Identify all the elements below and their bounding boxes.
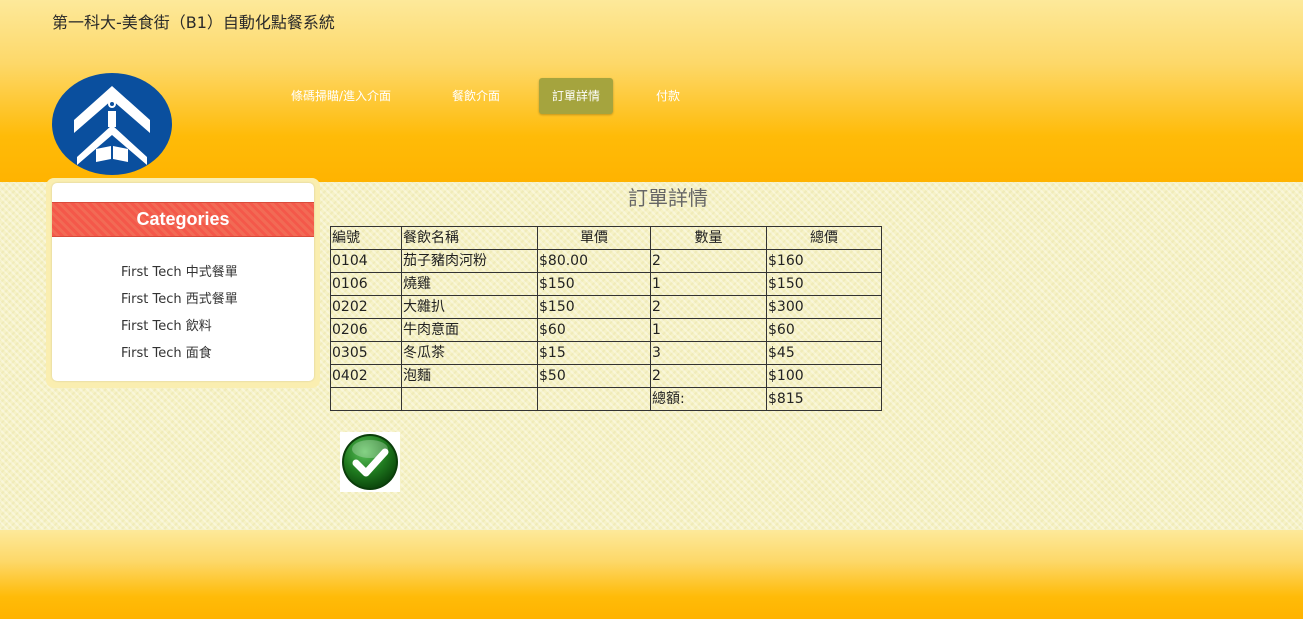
column-header-name: 餐飲名稱 — [401, 226, 538, 250]
cell-id: 0202 — [330, 295, 402, 319]
categories-panel: Categories First Tech 中式餐單 First Tech 西式… — [52, 183, 314, 381]
cell-total: $100 — [766, 364, 882, 388]
cell-id: 0305 — [330, 341, 402, 365]
table-total-row: 總額: $815 — [330, 387, 882, 411]
total-value: $815 — [766, 387, 882, 411]
cell-unit-price: $50 — [537, 364, 651, 388]
cell-id: 0206 — [330, 318, 402, 342]
table-header-row: 編號 餐飲名稱 單價 數量 總價 — [330, 226, 882, 250]
cell-quantity: 1 — [650, 318, 767, 342]
cell-quantity: 2 — [650, 295, 767, 319]
nav-item-payment[interactable]: 付款 — [643, 78, 693, 114]
cell-total: $150 — [766, 272, 882, 296]
cell-id: 0104 — [330, 249, 402, 273]
table-row: 0206 牛肉意面 $60 1 $60 — [330, 318, 882, 342]
cell-total: $160 — [766, 249, 882, 273]
cell-id: 0402 — [330, 364, 402, 388]
check-icon — [342, 434, 398, 490]
cell-unit-price: $15 — [537, 341, 651, 365]
cell-name: 牛肉意面 — [401, 318, 538, 342]
page-title: 訂單詳情 — [628, 186, 708, 210]
category-list: First Tech 中式餐單 First Tech 西式餐單 First Te… — [121, 259, 238, 367]
cell-total: $300 — [766, 295, 882, 319]
nav-item-scan[interactable]: 條碼掃瞄/進入介面 — [278, 78, 404, 114]
cell-name: 泡麵 — [401, 364, 538, 388]
column-header-unit-price: 單價 — [537, 226, 651, 250]
site-title: 第一科大-美食街（B1）自動化點餐系統 — [52, 13, 335, 32]
cell-unit-price: $150 — [537, 295, 651, 319]
category-chinese[interactable]: First Tech 中式餐單 — [121, 259, 238, 286]
order-table: 編號 餐飲名稱 單價 數量 總價 0104 茄子豬肉河粉 $80.00 2 $1… — [330, 226, 882, 411]
table-row: 0305 冬瓜茶 $15 3 $45 — [330, 341, 882, 365]
sidebar-frame: Categories First Tech 中式餐單 First Tech 西式… — [46, 178, 320, 388]
cell-unit-price: $80.00 — [537, 249, 651, 273]
table-row: 0402 泡麵 $50 2 $100 — [330, 364, 882, 388]
cell-unit-price: $150 — [537, 272, 651, 296]
cell-id: 0106 — [330, 272, 402, 296]
header-banner: 第一科大-美食街（B1）自動化點餐系統 條碼掃瞄/進入介面 餐飲介面 訂單詳情 … — [0, 0, 1303, 182]
column-header-id: 編號 — [330, 226, 402, 250]
cell-empty — [330, 387, 402, 411]
cell-name: 冬瓜茶 — [401, 341, 538, 365]
cell-quantity: 3 — [650, 341, 767, 365]
cell-quantity: 2 — [650, 249, 767, 273]
cell-total: $60 — [766, 318, 882, 342]
cell-quantity: 1 — [650, 272, 767, 296]
category-noodles[interactable]: First Tech 面食 — [121, 340, 238, 367]
confirm-button[interactable] — [340, 432, 400, 492]
category-western[interactable]: First Tech 西式餐單 — [121, 286, 238, 313]
category-drinks[interactable]: First Tech 飲料 — [121, 313, 238, 340]
table-row: 0106 燒雞 $150 1 $150 — [330, 272, 882, 296]
nav-item-order-details[interactable]: 訂單詳情 — [539, 78, 614, 114]
table-row: 0202 大雜扒 $150 2 $300 — [330, 295, 882, 319]
school-logo[interactable] — [52, 73, 172, 175]
total-label: 總額: — [650, 387, 767, 411]
cell-empty — [401, 387, 538, 411]
categories-header: Categories — [52, 202, 314, 237]
cell-name: 大雜扒 — [401, 295, 538, 319]
cell-unit-price: $60 — [537, 318, 651, 342]
cell-name: 茄子豬肉河粉 — [401, 249, 538, 273]
table-row: 0104 茄子豬肉河粉 $80.00 2 $160 — [330, 249, 882, 273]
nav-item-menu[interactable]: 餐飲介面 — [439, 78, 513, 114]
cell-total: $45 — [766, 341, 882, 365]
cell-quantity: 2 — [650, 364, 767, 388]
column-header-quantity: 數量 — [650, 226, 767, 250]
column-header-total: 總價 — [766, 226, 882, 250]
cell-name: 燒雞 — [401, 272, 538, 296]
footer-banner — [0, 530, 1303, 619]
cell-empty — [537, 387, 651, 411]
